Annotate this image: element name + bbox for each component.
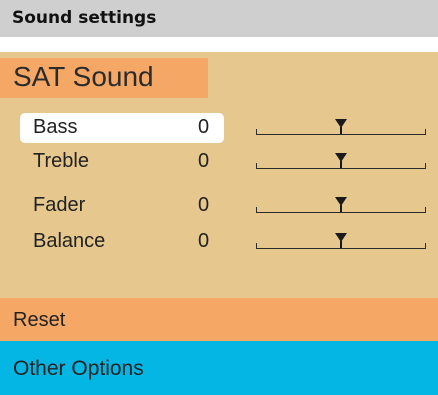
other-options-button[interactable]: Other Options [0, 341, 438, 395]
reset-label: Reset [13, 309, 66, 331]
slider-cap-left [256, 163, 257, 169]
setting-value: 0 [198, 230, 210, 252]
setting-row-fader[interactable]: Fader 0 [20, 191, 438, 221]
slider-cap-left [256, 129, 257, 135]
panel-title-box: SAT Sound [0, 58, 208, 98]
slider-thumb-stem [340, 127, 342, 134]
page-title: Sound settings [12, 8, 157, 28]
setting-label: Fader [33, 194, 86, 216]
setting-row-treble[interactable]: Treble 0 [20, 147, 438, 177]
setting-label: Bass [33, 116, 78, 138]
slider-cap-left [256, 243, 257, 249]
slider-cap-right [425, 243, 426, 249]
slider-track [256, 248, 426, 249]
slider-thumb-stem [340, 241, 342, 248]
setting-value: 0 [198, 194, 210, 216]
panel-title: SAT Sound [13, 61, 154, 92]
setting-row-balance[interactable]: Balance 0 [20, 227, 438, 257]
setting-label: Balance [33, 230, 106, 252]
setting-row-bass[interactable]: Bass 0 [20, 113, 438, 143]
slider-thumb-stem [340, 205, 342, 212]
setting-value: 0 [198, 150, 210, 172]
fader-slider[interactable] [256, 195, 426, 213]
other-options-label: Other Options [13, 357, 144, 380]
slider-track [256, 134, 426, 135]
reset-button[interactable]: Reset [0, 298, 438, 341]
setting-value: 0 [198, 116, 210, 138]
slider-track [256, 168, 426, 169]
page-header: Sound settings [0, 0, 438, 37]
slider-thumb-stem [340, 161, 342, 168]
slider-cap-right [425, 163, 426, 169]
bass-slider[interactable] [256, 117, 426, 135]
balance-slider[interactable] [256, 231, 426, 249]
slider-cap-right [425, 129, 426, 135]
treble-slider[interactable] [256, 151, 426, 169]
slider-cap-right [425, 207, 426, 213]
slider-cap-left [256, 207, 257, 213]
setting-label: Treble [33, 150, 89, 172]
slider-track [256, 212, 426, 213]
